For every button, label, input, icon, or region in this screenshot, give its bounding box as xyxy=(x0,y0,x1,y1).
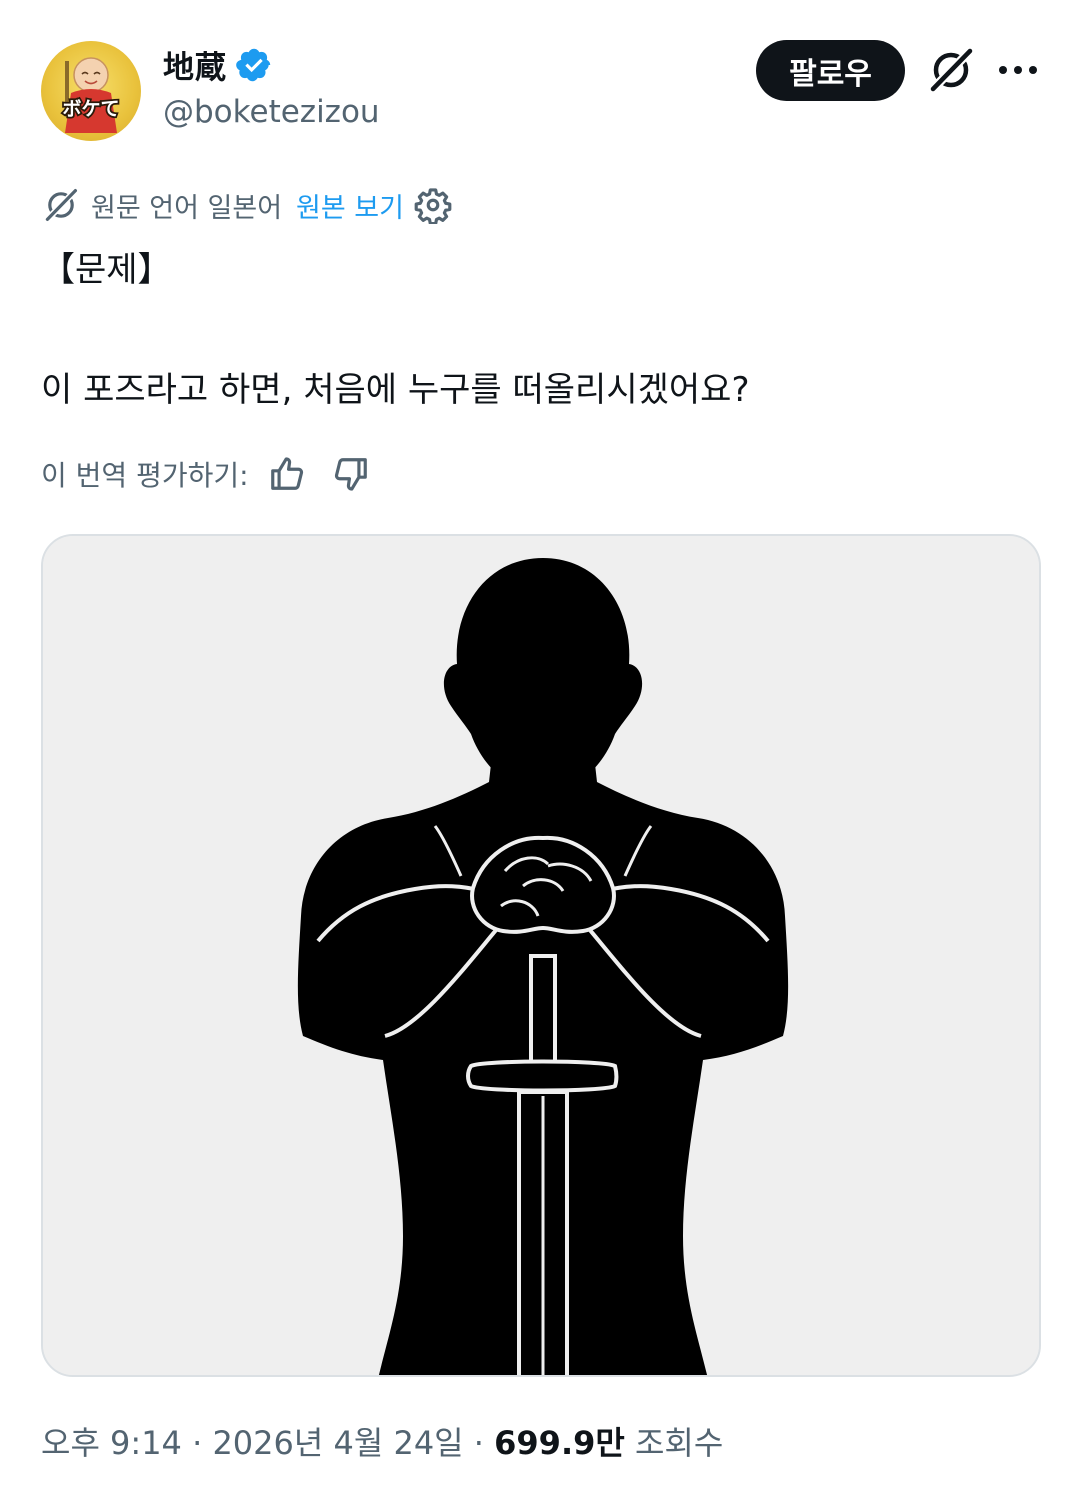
more-options-button[interactable] xyxy=(992,45,1044,95)
account-handle[interactable]: @boketezizou xyxy=(163,94,380,130)
avatar-text: ボケて xyxy=(62,98,119,120)
gear-icon[interactable] xyxy=(414,186,452,224)
silhouette-with-sword-image xyxy=(43,536,1039,1375)
views-label: 조회수 xyxy=(634,1424,724,1462)
thumbs-down-button[interactable] xyxy=(329,452,373,496)
verified-badge-icon xyxy=(236,48,271,81)
meta-separator: · xyxy=(192,1424,203,1462)
show-original-link[interactable]: 원본 보기 xyxy=(296,186,404,225)
grok-translate-icon xyxy=(45,188,78,222)
tweet-text: 【문제】 이 포즈라고 하면, 처음에 누구를 떠올리시겠어요? xyxy=(41,240,1041,420)
tweet-line-question: 이 포즈라고 하면, 처음에 누구를 떠올리시겠어요? xyxy=(41,370,750,410)
thumbs-up-icon xyxy=(270,457,303,490)
tweet-image[interactable] xyxy=(41,534,1041,1377)
tweet-date[interactable]: 2026년 4월 24일 xyxy=(212,1424,463,1462)
tweet-time[interactable]: 오후 9:14 xyxy=(41,1424,182,1462)
grok-icon xyxy=(929,47,974,93)
rate-translation-row: 이 번역 평가하기: xyxy=(41,452,373,496)
follow-button[interactable]: 팔로우 xyxy=(756,40,905,101)
tweet-line-title: 【문제】 xyxy=(41,250,172,290)
author-name-row: 地蔵 xyxy=(163,42,273,87)
views-count: 699.9만 xyxy=(494,1424,625,1462)
more-dots-icon xyxy=(999,66,1037,74)
jizo-statue-avatar-icon: ボケて xyxy=(61,57,121,133)
translation-info-row: 원문 언어 일본어 원본 보기 xyxy=(41,184,452,226)
thumbs-down-icon xyxy=(334,458,367,491)
avatar[interactable]: ボケて xyxy=(41,41,141,141)
tweet-meta: 오후 9:14 · 2026년 4월 24일 · 699.9만 조회수 xyxy=(41,1418,723,1464)
grok-button[interactable] xyxy=(924,43,978,97)
thumbs-up-button[interactable] xyxy=(265,452,309,496)
source-language-label: 원문 언어 일본어 xyxy=(91,192,283,224)
display-name[interactable]: 地蔵 xyxy=(163,42,227,87)
meta-separator: · xyxy=(473,1424,484,1462)
rate-translation-label: 이 번역 평가하기: xyxy=(41,459,249,492)
